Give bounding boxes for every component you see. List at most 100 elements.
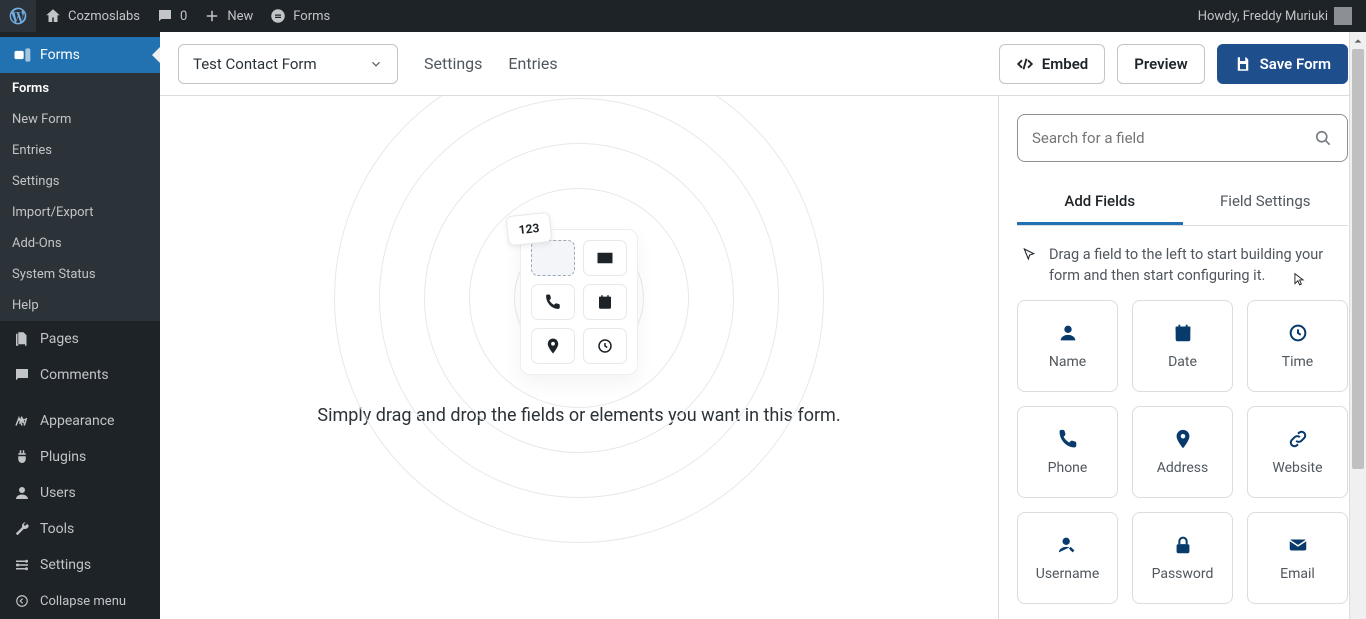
field-address[interactable]: Address bbox=[1132, 406, 1233, 498]
tab-add-fields[interactable]: Add Fields bbox=[1017, 180, 1183, 225]
field-date[interactable]: Date bbox=[1132, 300, 1233, 392]
link-icon bbox=[1287, 428, 1309, 450]
pages-icon bbox=[12, 329, 32, 349]
sidebar-item-appearance[interactable]: Appearance bbox=[0, 403, 160, 439]
main-content: Test Contact Form Settings Entries Embed… bbox=[160, 32, 1366, 619]
tab-field-settings[interactable]: Field Settings bbox=[1183, 180, 1349, 225]
search-icon bbox=[1313, 128, 1333, 148]
panel-hint: Drag a field to the left to start buildi… bbox=[1017, 226, 1348, 300]
field-password[interactable]: Password bbox=[1132, 512, 1233, 604]
plugins-icon bbox=[12, 447, 32, 467]
field-label: Email bbox=[1280, 566, 1315, 582]
sidebar-label: Forms bbox=[40, 47, 80, 63]
mail-icon bbox=[1287, 534, 1309, 556]
sidebar-label: Media bbox=[40, 32, 79, 35]
chevron-down-icon bbox=[369, 57, 383, 71]
sidebar-sub-label: Settings bbox=[12, 174, 59, 189]
placeholder-card: 123 bbox=[520, 229, 638, 375]
sidebar-sub-newform[interactable]: New Form bbox=[0, 104, 160, 135]
drop-slot bbox=[531, 240, 575, 276]
field-time[interactable]: Time bbox=[1247, 300, 1348, 392]
field-website[interactable]: Website bbox=[1247, 406, 1348, 498]
slot-clock bbox=[583, 328, 627, 364]
sidebar-sub-status[interactable]: System Status bbox=[0, 259, 160, 290]
sidebar-sub-label: New Form bbox=[12, 112, 71, 127]
field-label: Phone bbox=[1048, 460, 1088, 476]
sidebar-sub-entries[interactable]: Entries bbox=[0, 135, 160, 166]
media-icon bbox=[12, 32, 32, 35]
embed-button[interactable]: Embed bbox=[999, 44, 1105, 84]
sidebar-sub-help[interactable]: Help bbox=[0, 290, 160, 321]
embed-label: Embed bbox=[1042, 55, 1088, 73]
code-icon bbox=[1016, 55, 1034, 73]
howdy-text: Howdy, Freddy Muriuki bbox=[1198, 9, 1328, 24]
form-icon bbox=[269, 7, 287, 25]
field-label: Time bbox=[1282, 354, 1313, 370]
wp-logo-menu[interactable] bbox=[0, 0, 36, 32]
field-label: Password bbox=[1152, 566, 1214, 582]
sidebar-label: Appearance bbox=[40, 413, 114, 429]
panel-tabs: Add Fields Field Settings bbox=[1017, 180, 1348, 226]
sidebar-item-forms[interactable]: Forms bbox=[0, 37, 160, 73]
cursor-icon bbox=[1021, 246, 1037, 264]
useredit-icon bbox=[1057, 534, 1079, 556]
sidebar-sub-addons[interactable]: Add-Ons bbox=[0, 228, 160, 259]
sidebar-item-users[interactable]: Users bbox=[0, 475, 160, 511]
person-icon bbox=[1057, 322, 1079, 344]
collapse-label: Collapse menu bbox=[40, 594, 126, 609]
sidebar-sub-label: System Status bbox=[12, 267, 96, 282]
plus-icon bbox=[203, 7, 221, 25]
sidebar-sub-import[interactable]: Import/Export bbox=[0, 197, 160, 228]
sidebar-label: Settings bbox=[40, 557, 91, 573]
topbar-entries-link[interactable]: Entries bbox=[508, 54, 557, 73]
field-grid: Name Date Time Phone Address Website Username P… bbox=[1017, 300, 1348, 604]
search-input[interactable] bbox=[1032, 129, 1313, 147]
sidebar-sub-forms[interactable]: Forms bbox=[0, 73, 160, 104]
sidebar-sub-label: Entries bbox=[12, 143, 52, 158]
form-canvas[interactable]: 123 Simply drag and drop the fields or e… bbox=[160, 96, 998, 619]
new-content-link[interactable]: New bbox=[195, 0, 261, 32]
site-name-link[interactable]: Cozmoslabs bbox=[36, 0, 148, 32]
form-select-dropdown[interactable]: Test Contact Form bbox=[178, 44, 398, 84]
fields-panel: Add Fields Field Settings Drag a field t… bbox=[998, 96, 1366, 619]
site-name-text: Cozmoslabs bbox=[68, 9, 140, 24]
sidebar-item-pages[interactable]: Pages bbox=[0, 321, 160, 357]
avatar bbox=[1334, 7, 1352, 25]
save-form-button[interactable]: Save Form bbox=[1217, 44, 1348, 84]
clock-icon bbox=[1287, 322, 1309, 344]
sidebar-sub-settings[interactable]: Settings bbox=[0, 166, 160, 197]
field-username[interactable]: Username bbox=[1017, 512, 1118, 604]
new-label: New bbox=[227, 9, 253, 24]
field-phone[interactable]: Phone bbox=[1017, 406, 1118, 498]
sidebar-item-comments[interactable]: Comments bbox=[0, 357, 160, 393]
field-label: Address bbox=[1157, 460, 1208, 476]
drag-tag: 123 bbox=[506, 212, 553, 246]
scroll-up-icon[interactable] bbox=[1350, 32, 1366, 49]
scroll-thumb[interactable] bbox=[1352, 49, 1364, 469]
topbar-settings-link[interactable]: Settings bbox=[424, 54, 482, 73]
drag-tag-text: 123 bbox=[518, 221, 540, 237]
page-scrollbar[interactable] bbox=[1349, 32, 1366, 619]
pin-icon bbox=[1172, 428, 1194, 450]
preview-button[interactable]: Preview bbox=[1117, 44, 1204, 84]
sidebar-sub-label: Forms bbox=[12, 81, 49, 96]
form-select-value: Test Contact Form bbox=[193, 55, 317, 73]
users-icon bbox=[12, 483, 32, 503]
collapse-menu[interactable]: Collapse menu bbox=[0, 583, 160, 619]
collapse-icon bbox=[12, 591, 32, 611]
comments-link[interactable]: 0 bbox=[148, 0, 195, 32]
field-label: Name bbox=[1049, 354, 1086, 370]
sidebar-item-tools[interactable]: Tools bbox=[0, 511, 160, 547]
slot-pin bbox=[531, 328, 575, 364]
save-label: Save Form bbox=[1260, 55, 1331, 73]
mouse-cursor-icon bbox=[1292, 270, 1306, 288]
sidebar-label: Users bbox=[40, 485, 76, 501]
slot-phone bbox=[531, 284, 575, 320]
field-email[interactable]: Email bbox=[1247, 512, 1348, 604]
forms-adminbar-link[interactable]: Forms bbox=[261, 0, 338, 32]
my-account[interactable]: Howdy, Freddy Muriuki bbox=[1198, 7, 1358, 25]
sidebar-item-settings[interactable]: Settings bbox=[0, 547, 160, 583]
field-name[interactable]: Name bbox=[1017, 300, 1118, 392]
field-search[interactable] bbox=[1017, 114, 1348, 162]
sidebar-item-plugins[interactable]: Plugins bbox=[0, 439, 160, 475]
